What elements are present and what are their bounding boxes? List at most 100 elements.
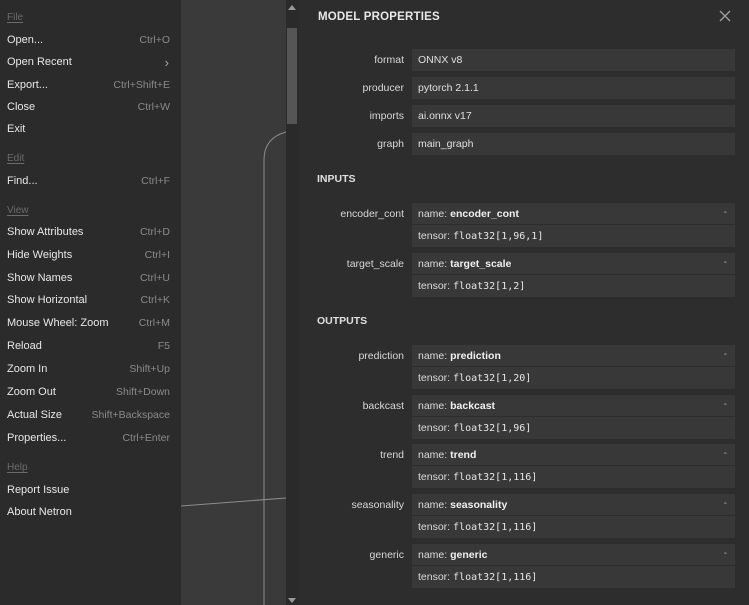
menu-item-properties[interactable]: Properties... Ctrl+Enter: [0, 427, 181, 449]
argument-tensor: float32[1,116]: [453, 472, 538, 483]
menu-group-edit-label: Edit: [7, 153, 25, 164]
menu-item-label: Report Issue: [7, 484, 70, 496]
menu-item-shortcut: Ctrl+M: [138, 317, 170, 329]
menu-item-label: Hide Weights: [7, 249, 73, 261]
app-menu: File Open... Ctrl+O Open Recent › Export…: [0, 0, 181, 605]
property-key: producer: [362, 82, 404, 94]
collapse-toggle-button[interactable]: -: [724, 207, 727, 218]
tensor-prefix: tensor:: [418, 571, 454, 583]
canvas-scrollbar[interactable]: [286, 0, 299, 605]
property-key: imports: [369, 110, 404, 122]
argument-name-line: name: generic: [418, 549, 487, 563]
chevron-right-icon: ›: [164, 54, 169, 70]
property-value: main_graph: [412, 133, 735, 155]
argument-tensor-line: tensor: float32[1,2]: [418, 280, 525, 294]
tensor-prefix: tensor:: [418, 471, 454, 483]
menu-item-shortcut: Ctrl+W: [137, 101, 170, 113]
collapse-toggle-button[interactable]: -: [724, 399, 727, 410]
menu-item-reload[interactable]: Reload F5: [0, 335, 181, 357]
tensor-prefix: tensor:: [418, 422, 454, 434]
menu-item-hide-weights[interactable]: Hide Weights Ctrl+I: [0, 244, 181, 266]
close-icon[interactable]: [719, 10, 733, 24]
output-trend: trend name: trend tensor: float32[1,116]…: [299, 444, 749, 488]
menu-item-zoom-in[interactable]: Zoom In Shift+Up: [0, 358, 181, 380]
menu-item-actual-size[interactable]: Actual Size Shift+Backspace: [0, 404, 181, 426]
menu-item-mouse-wheel-zoom[interactable]: Mouse Wheel: Zoom Ctrl+M: [0, 312, 181, 334]
menu-item-close[interactable]: Close Ctrl+W: [0, 96, 181, 118]
argument-box: name: target_scale tensor: float32[1,2] …: [412, 253, 735, 297]
menu-item-shortcut: Ctrl+U: [139, 272, 170, 284]
menu-item-zoom-out[interactable]: Zoom Out Shift+Down: [0, 381, 181, 403]
menu-item-label: Open...: [7, 34, 44, 46]
menu-item-label: Export...: [7, 79, 48, 91]
argument-key: target_scale: [346, 258, 404, 270]
menu-item-open[interactable]: Open... Ctrl+O: [0, 29, 181, 51]
graph-canvas[interactable]: [181, 0, 286, 605]
menu-item-report-issue[interactable]: Report Issue: [0, 479, 181, 501]
menu-item-show-attributes[interactable]: Show Attributes Ctrl+D: [0, 221, 181, 243]
input-target-scale: target_scale name: target_scale tensor: …: [299, 253, 749, 297]
argument-tensor-line: tensor: float32[1,96]: [418, 422, 531, 436]
name-prefix: name:: [418, 208, 451, 220]
name-prefix: name:: [418, 449, 451, 461]
collapse-toggle-button[interactable]: -: [724, 548, 727, 559]
tensor-prefix: tensor:: [418, 521, 454, 533]
model-properties-panel: MODEL PROPERTIES format ONNX v8 producer…: [299, 0, 749, 605]
menu-group-file-label: File: [7, 12, 24, 23]
menu-item-label: Zoom In: [7, 363, 48, 375]
argument-divider: [412, 366, 735, 367]
menu-item-label: Reload: [7, 340, 42, 352]
inputs-heading: INPUTS: [317, 173, 356, 185]
argument-tensor-line: tensor: float32[1,20]: [418, 372, 531, 386]
input-encoder-cont: encoder_cont name: encoder_cont tensor: …: [299, 203, 749, 247]
scroll-down-arrow-icon[interactable]: [288, 598, 296, 603]
argument-name-line: name: trend: [418, 449, 476, 463]
menu-item-label: About Netron: [7, 506, 72, 518]
menu-item-export[interactable]: Export... Ctrl+Shift+E: [0, 74, 181, 96]
menu-item-label: Open Recent: [7, 56, 72, 68]
property-format: format ONNX v8: [299, 49, 749, 71]
collapse-toggle-button[interactable]: -: [724, 448, 727, 459]
property-graph: graph main_graph: [299, 133, 749, 155]
menu-item-shortcut: Shift+Down: [116, 386, 170, 398]
argument-tensor-line: tensor: float32[1,96,1]: [418, 230, 543, 244]
menu-item-show-names[interactable]: Show Names Ctrl+U: [0, 267, 181, 289]
argument-name-line: name: target_scale: [418, 258, 511, 272]
collapse-toggle-button[interactable]: -: [724, 349, 727, 360]
tensor-prefix: tensor:: [418, 280, 454, 292]
output-backcast: backcast name: backcast tensor: float32[…: [299, 395, 749, 439]
argument-divider: [412, 565, 735, 566]
menu-item-shortcut: Ctrl+Shift+E: [113, 79, 170, 91]
argument-key: encoder_cont: [340, 208, 404, 220]
menu-item-label: Find...: [7, 175, 38, 187]
argument-key: seasonality: [351, 499, 404, 511]
argument-divider: [412, 465, 735, 466]
menu-item-shortcut: Shift+Up: [129, 363, 170, 375]
menu-item-find[interactable]: Find... Ctrl+F: [0, 170, 181, 192]
property-imports: imports ai.onnx v17: [299, 105, 749, 127]
menu-item-label: Zoom Out: [7, 386, 56, 398]
scroll-up-arrow-icon[interactable]: [288, 5, 296, 10]
menu-item-shortcut: Shift+Backspace: [91, 409, 170, 421]
argument-name-line: name: encoder_cont: [418, 208, 519, 222]
argument-divider: [412, 274, 735, 275]
argument-tensor: float32[1,116]: [453, 522, 538, 533]
argument-divider: [412, 515, 735, 516]
collapse-toggle-button[interactable]: -: [724, 257, 727, 268]
scroll-thumb[interactable]: [287, 28, 297, 124]
argument-name-line: name: seasonality: [418, 499, 507, 513]
menu-item-shortcut: Ctrl+I: [144, 249, 170, 261]
output-prediction: prediction name: prediction tensor: floa…: [299, 345, 749, 389]
graph-edges: [181, 131, 286, 605]
menu-item-label: Exit: [7, 123, 26, 135]
menu-item-label: Properties...: [7, 432, 67, 444]
menu-item-about-netron[interactable]: About Netron: [0, 501, 181, 523]
argument-name: backcast: [450, 400, 496, 412]
menu-item-shortcut: Ctrl+D: [139, 226, 170, 238]
menu-item-exit[interactable]: Exit: [0, 118, 181, 140]
argument-box: name: generic tensor: float32[1,116] -: [412, 544, 735, 588]
menu-item-show-horizontal[interactable]: Show Horizontal Ctrl+K: [0, 289, 181, 311]
collapse-toggle-button[interactable]: -: [724, 498, 727, 509]
menu-item-open-recent[interactable]: Open Recent ›: [0, 51, 181, 73]
argument-tensor-line: tensor: float32[1,116]: [418, 571, 537, 585]
